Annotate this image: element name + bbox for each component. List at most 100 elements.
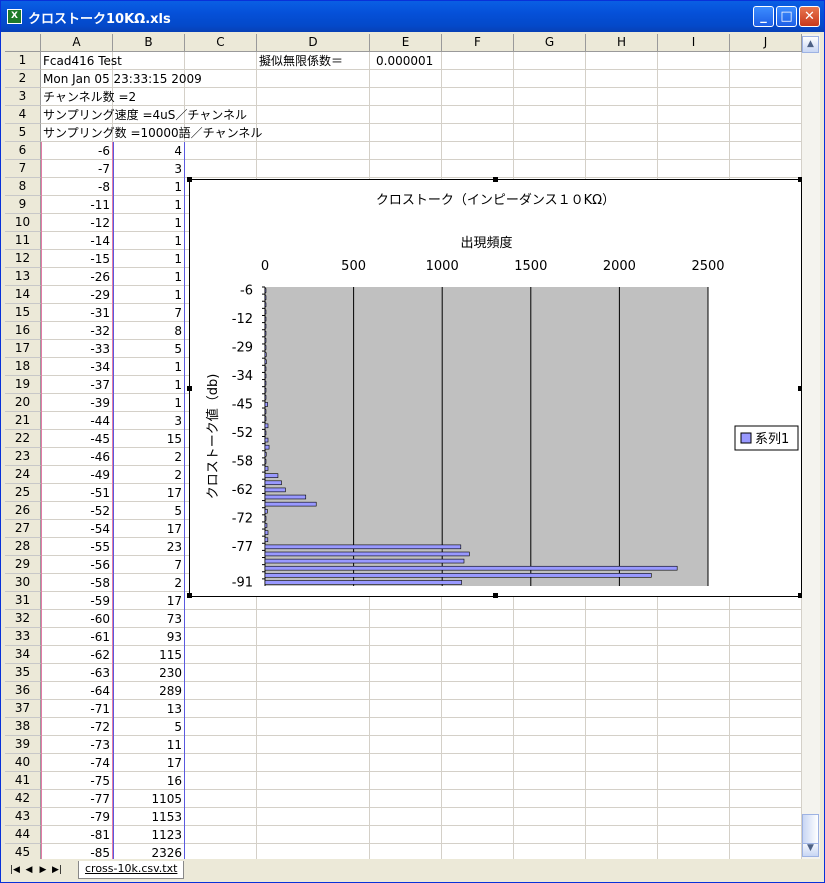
cell-b[interactable]: 230 — [113, 664, 182, 682]
cell-a[interactable]: -71 — [41, 700, 110, 718]
bar[interactable] — [264, 459, 267, 464]
bar[interactable] — [264, 452, 267, 457]
cell-a[interactable]: -12 — [41, 214, 110, 232]
cell-a[interactable]: -11 — [41, 196, 110, 214]
cell-a[interactable]: -81 — [41, 826, 110, 844]
resize-handle[interactable] — [187, 386, 192, 391]
column-header[interactable]: D — [257, 34, 370, 52]
row-header[interactable]: 28 — [5, 538, 41, 556]
chart-object[interactable]: クロストーク（インピーダンス１０KΩ） 出現頻度 0 500 1000 1500 2000 2… — [187, 177, 802, 598]
cell-b[interactable]: 1 — [113, 376, 182, 394]
bar[interactable] — [264, 373, 267, 379]
bar[interactable] — [264, 573, 652, 578]
cell-a[interactable]: Mon Jan 05 23:33:15 2009 — [43, 70, 202, 88]
column-header[interactable]: E — [370, 34, 442, 52]
resize-handle[interactable] — [493, 593, 498, 598]
bar[interactable] — [264, 288, 267, 293]
last-sheet-icon[interactable]: ▶| — [51, 863, 63, 877]
row-header[interactable]: 14 — [5, 286, 41, 304]
bar[interactable] — [264, 551, 470, 557]
column-header[interactable]: B — [113, 34, 185, 52]
cell-b[interactable]: 1 — [113, 232, 182, 250]
cell-a[interactable]: チャンネル数 =2 — [43, 88, 136, 106]
cell-a[interactable]: -15 — [41, 250, 110, 268]
cell-a[interactable]: -61 — [41, 628, 110, 646]
cell-a[interactable]: -54 — [41, 520, 110, 538]
bar[interactable] — [264, 480, 282, 486]
column-header[interactable]: I — [658, 34, 730, 52]
bar[interactable] — [264, 323, 267, 329]
bar[interactable] — [264, 387, 267, 393]
cell-a[interactable]: -62 — [41, 646, 110, 664]
row-header[interactable]: 43 — [5, 808, 41, 826]
row-header[interactable]: 12 — [5, 250, 41, 268]
bar[interactable] — [264, 316, 267, 322]
row-header[interactable]: 11 — [5, 232, 41, 250]
row-header[interactable]: 19 — [5, 376, 41, 394]
cell-b[interactable]: 5 — [113, 502, 182, 520]
cell-b[interactable]: 2 — [113, 466, 182, 484]
close-button[interactable]: ✕ — [799, 6, 820, 27]
column-header[interactable]: G — [514, 34, 586, 52]
title-bar[interactable]: X クロストーク10KΩ.xls _ □ ✕ — [1, 1, 824, 32]
cell-b[interactable]: 93 — [113, 628, 182, 646]
row-header[interactable]: 44 — [5, 826, 41, 844]
row-header[interactable]: 42 — [5, 790, 41, 808]
row-header[interactable]: 29 — [5, 556, 41, 574]
bar[interactable] — [264, 359, 267, 365]
row-header[interactable]: 18 — [5, 358, 41, 376]
bar[interactable] — [264, 466, 269, 471]
row-header[interactable]: 34 — [5, 646, 41, 664]
cell-b[interactable]: 2 — [113, 448, 182, 466]
cell-a[interactable]: -72 — [41, 718, 110, 736]
row-header[interactable]: 7 — [5, 160, 41, 178]
sheet-tab[interactable]: cross-10k.csv.txt — [78, 861, 185, 879]
row-header[interactable]: 13 — [5, 268, 41, 286]
cell-a[interactable]: -73 — [41, 736, 110, 754]
cell-a[interactable]: -8 — [41, 178, 110, 196]
cell-a[interactable]: -55 — [41, 538, 110, 556]
column-header[interactable]: C — [185, 34, 257, 52]
cell-b[interactable]: 7 — [113, 304, 182, 322]
cell-d[interactable]: 擬似無限係数＝ — [259, 52, 343, 70]
cell-b[interactable]: 1 — [113, 268, 182, 286]
cell-a[interactable]: -75 — [41, 772, 110, 790]
bar[interactable] — [264, 508, 268, 514]
bar[interactable] — [264, 352, 267, 357]
bar[interactable] — [264, 416, 267, 421]
row-header[interactable]: 33 — [5, 628, 41, 646]
bar[interactable] — [264, 558, 465, 564]
row-header[interactable]: 32 — [5, 610, 41, 628]
cell-b[interactable]: 1 — [113, 214, 182, 232]
cell-a[interactable]: -46 — [41, 448, 110, 466]
row-header[interactable]: 36 — [5, 682, 41, 700]
bar[interactable] — [264, 423, 269, 429]
cell-b[interactable]: 17 — [113, 520, 182, 538]
cell-b[interactable]: 16 — [113, 772, 182, 790]
row-header[interactable]: 6 — [5, 142, 41, 160]
bar[interactable] — [264, 366, 267, 372]
cell-a[interactable]: -74 — [41, 754, 110, 772]
cell-a[interactable]: -85 — [41, 844, 110, 859]
cell-b[interactable]: 17 — [113, 754, 182, 772]
row-header[interactable]: 3 — [5, 88, 41, 106]
cell-a[interactable]: -52 — [41, 502, 110, 520]
vertical-scrollbar[interactable]: ▲ ▼ — [802, 34, 820, 859]
column-header[interactable]: J — [730, 34, 802, 52]
minimize-button[interactable]: _ — [753, 6, 774, 27]
spreadsheet-grid[interactable]: A B C D E F G H I J 1 Fcad416 Test 擬似無限係数＝ 0.000001 2 M… — [5, 34, 802, 859]
cell-b[interactable]: 289 — [113, 682, 182, 700]
cell-a[interactable]: -26 — [41, 268, 110, 286]
cell-e[interactable]: 0.000001 — [376, 52, 433, 70]
prev-sheet-icon[interactable]: ◀ — [23, 863, 35, 877]
cell-b[interactable]: 17 — [113, 592, 182, 610]
cell-a[interactable]: -58 — [41, 574, 110, 592]
bar[interactable] — [264, 494, 307, 500]
row-header[interactable]: 16 — [5, 322, 41, 340]
cell-a[interactable]: -60 — [41, 610, 110, 628]
scroll-up-button[interactable]: ▲ — [802, 36, 819, 53]
bar[interactable] — [264, 501, 317, 507]
column-header[interactable]: A — [41, 34, 113, 52]
bar[interactable] — [264, 437, 269, 443]
cell-b[interactable]: 13 — [113, 700, 182, 718]
